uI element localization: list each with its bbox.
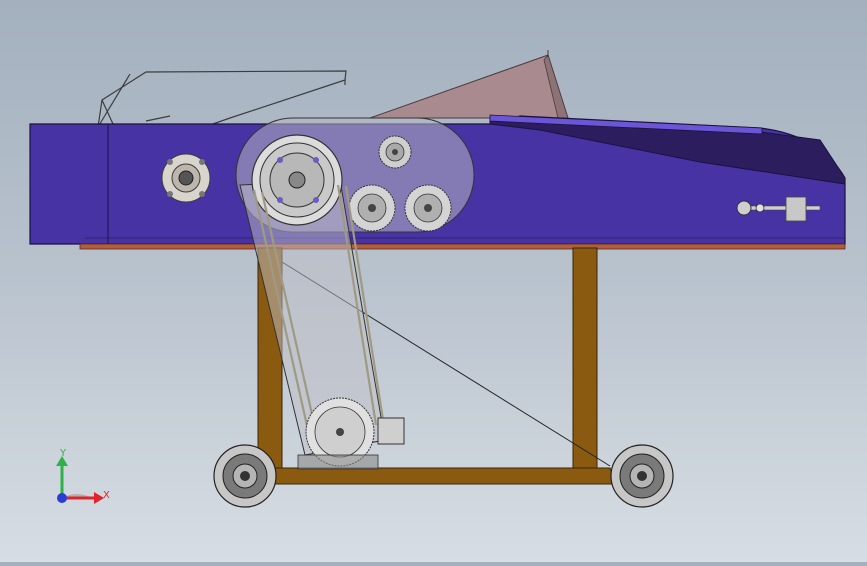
coordinate-triad: Y X [56, 448, 110, 504]
x-axis-label: X [103, 490, 110, 501]
right-sprocket [404, 184, 452, 232]
cad-viewport[interactable]: Y X [0, 0, 867, 562]
top-sprocket [378, 135, 412, 169]
left-sprocket [348, 184, 396, 232]
bearing-flange [161, 153, 211, 203]
machine-drawing: Y X [29, 50, 846, 508]
y-axis-label: Y [59, 448, 67, 459]
feed-hopper [369, 50, 569, 119]
rear-wheel [610, 444, 674, 508]
front-wheel [213, 444, 277, 508]
